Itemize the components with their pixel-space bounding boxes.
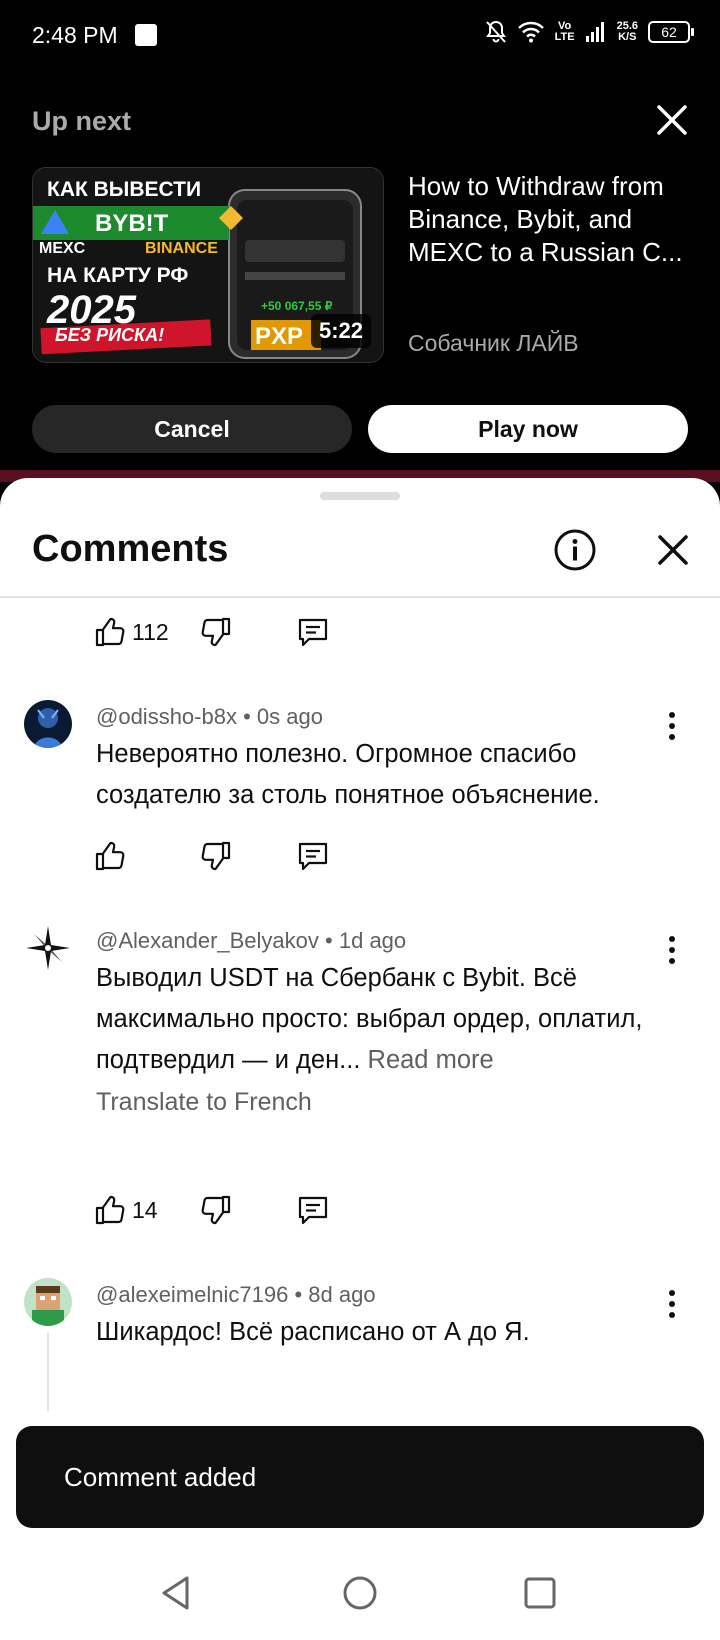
svg-text:PXP: PXP xyxy=(255,323,303,350)
comment-meta: @alexeimelnic7196 • 8d ago xyxy=(96,1282,376,1308)
up-next-label: Up next xyxy=(32,106,132,136)
close-comments-icon[interactable] xyxy=(653,530,693,570)
thumb-line3: НА КАРТУ РФ xyxy=(47,264,189,287)
toast-message: Comment added xyxy=(64,1461,257,1492)
thumb-line1: КАК ВЫВЕСТИ xyxy=(47,178,202,201)
thread-line xyxy=(47,1332,49,1412)
cancel-button[interactable]: Cancel xyxy=(32,405,352,453)
dislike-button[interactable] xyxy=(200,616,232,648)
like-count: 14 xyxy=(132,1196,158,1223)
comment-meta: @odissho-b8x • 0s ago xyxy=(96,704,323,730)
recents-icon[interactable] xyxy=(515,1568,565,1618)
avatar[interactable] xyxy=(24,700,72,748)
signal-icon xyxy=(585,21,607,43)
meta-separator: • xyxy=(243,704,257,729)
comment-time: 1d ago xyxy=(338,928,407,953)
comment-text: Шикардос! Всё расписано от А до Я. xyxy=(96,1318,530,1346)
volte-bottom-text: LTE xyxy=(554,31,575,43)
status-bar: 2:48 PM Vo LTE 25.6 K/S 62 xyxy=(0,0,720,72)
comment-text: Выводил USDT на Сбербанк с Bybit. Всё ма… xyxy=(96,958,686,1081)
video-duration: 5:22 xyxy=(310,314,371,348)
back-icon[interactable] xyxy=(152,1568,202,1618)
dislike-button[interactable] xyxy=(200,840,232,872)
comment-time: 0s ago xyxy=(256,704,323,729)
toast-snackbar: Comment added xyxy=(16,1426,704,1528)
comment-actions: 112 xyxy=(94,612,330,652)
reply-button[interactable] xyxy=(296,839,330,873)
network-speed-unit: K/S xyxy=(618,31,637,43)
home-icon[interactable] xyxy=(335,1568,385,1618)
status-icons: Vo LTE 25.6 K/S 62 xyxy=(485,20,694,44)
status-time: 2:48 PM xyxy=(32,22,118,48)
dislike-button[interactable] xyxy=(200,1194,232,1226)
reply-button[interactable] xyxy=(296,1193,330,1227)
volte-indicator: Vo LTE xyxy=(555,21,575,43)
network-speed: 25.6 K/S xyxy=(617,21,638,43)
more-options-icon[interactable] xyxy=(662,710,682,742)
comment-time: 8d ago xyxy=(308,1282,376,1307)
avatar[interactable] xyxy=(24,1278,72,1326)
header-divider xyxy=(0,596,720,598)
comment-author[interactable]: @alexeimelnic7196 xyxy=(96,1282,288,1307)
battery-icon: 62 xyxy=(648,21,694,43)
comment-author[interactable]: @odissho-b8x xyxy=(96,704,237,729)
like-button[interactable]: 14 xyxy=(94,1194,190,1226)
up-next-close-icon[interactable] xyxy=(654,102,690,138)
reply-button[interactable] xyxy=(296,615,330,649)
like-button[interactable] xyxy=(94,840,190,872)
info-icon[interactable] xyxy=(553,528,597,572)
read-more-link[interactable]: Read more xyxy=(368,1046,494,1074)
thumb-mexc: MEXC xyxy=(39,240,86,257)
comment-text: Невероятно полезно. Огромное спасибо соз… xyxy=(96,740,600,809)
play-now-button[interactable]: Play now xyxy=(368,405,688,453)
translate-link[interactable]: Translate to French xyxy=(96,1088,312,1117)
comment-actions: 14 xyxy=(94,1190,330,1230)
up-next-panel: Up next +50 067,55 ₽ PXP КАК ВЫВЕСТИ BYB… xyxy=(0,72,720,482)
system-navigation-bar xyxy=(0,1546,720,1640)
video-thumbnail[interactable]: +50 067,55 ₽ PXP КАК ВЫВЕСТИ BYB!T MEXC … xyxy=(32,167,384,363)
meta-separator: • xyxy=(294,1282,309,1307)
comment-meta: @Alexander_Belyakov • 1d ago xyxy=(96,928,406,954)
comments-title: Comments xyxy=(32,528,229,570)
avatar[interactable] xyxy=(24,924,72,972)
svg-text:+50 067,55 ₽: +50 067,55 ₽ xyxy=(261,299,333,313)
like-count: 112 xyxy=(132,618,169,645)
meta-separator: • xyxy=(325,928,339,953)
bell-off-icon xyxy=(485,20,507,44)
thumb-binance: BINANCE xyxy=(145,240,218,257)
up-next-video-title[interactable]: How to Withdraw from Binance, Bybit, and… xyxy=(408,170,698,269)
notification-app-icon xyxy=(135,24,157,46)
like-button[interactable]: 112 xyxy=(94,616,190,648)
comment-author[interactable]: @Alexander_Belyakov xyxy=(96,928,319,953)
more-options-icon[interactable] xyxy=(662,1288,682,1320)
thumb-bybit: BYB!T xyxy=(95,210,169,237)
comments-sheet: Comments 112 @odissho-b8x • 0s ago Невер… xyxy=(0,478,720,1548)
thumb-badge: БЕЗ РИСКА! xyxy=(55,325,165,345)
more-options-icon[interactable] xyxy=(662,934,682,966)
drag-handle[interactable] xyxy=(320,492,400,500)
wifi-icon xyxy=(517,21,545,43)
comment-actions xyxy=(94,836,330,876)
up-next-channel-name[interactable]: Собачник ЛАЙВ xyxy=(408,330,579,357)
